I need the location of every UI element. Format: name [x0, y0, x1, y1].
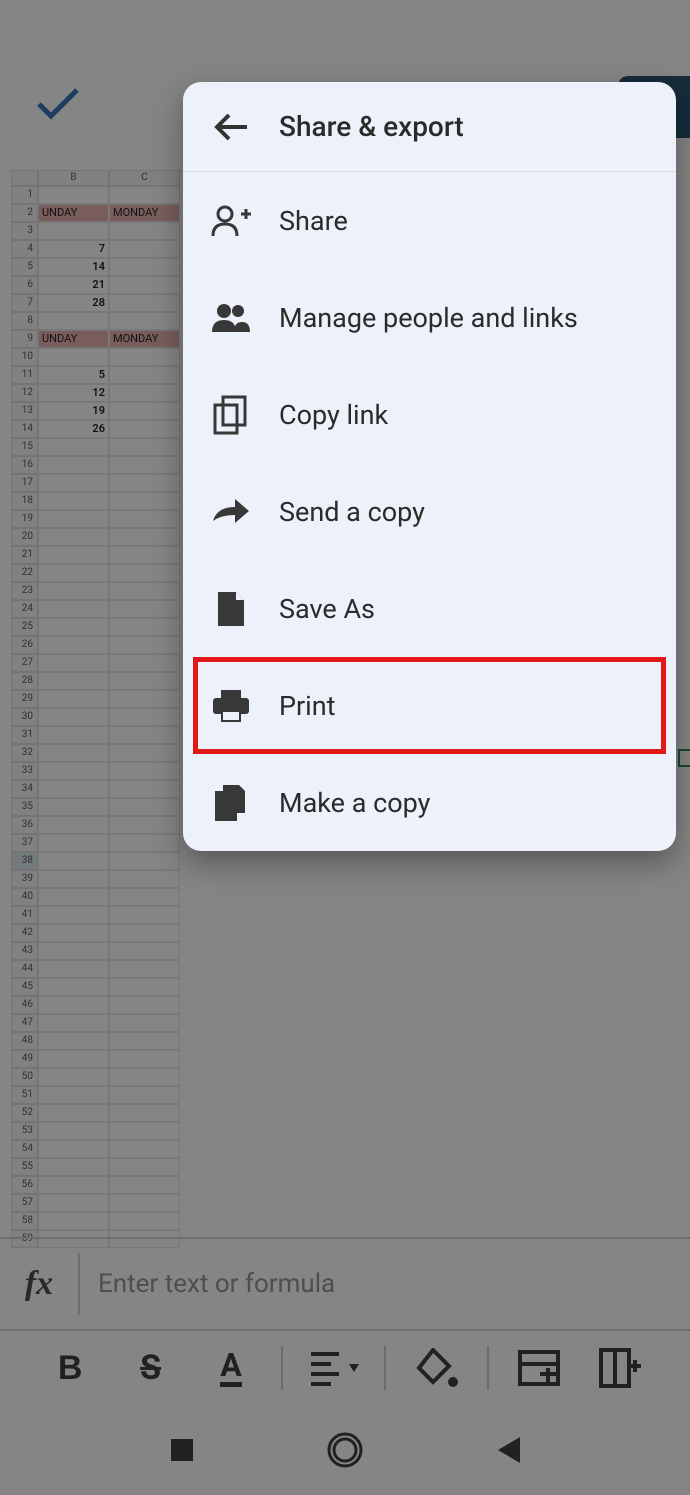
- menu-item-makecopy[interactable]: Make a copy: [183, 754, 676, 851]
- print-icon: [183, 688, 279, 724]
- copy-icon: [183, 395, 279, 435]
- file-copy-icon: [183, 783, 279, 823]
- menu-item-saveas[interactable]: Save As: [183, 560, 676, 657]
- menu-title: Share & export: [279, 110, 464, 143]
- menu-item-sendcopy[interactable]: Send a copy: [183, 463, 676, 560]
- menu-item-label: Print: [279, 690, 336, 722]
- menu-item-label: Save As: [279, 593, 375, 625]
- menu-item-label: Manage people and links: [279, 302, 578, 334]
- arrow-left-icon: [213, 112, 249, 142]
- menu-item-share[interactable]: Share: [183, 172, 676, 269]
- people-icon: [183, 302, 279, 334]
- share-export-menu: Share & export Share Manage people and li…: [183, 82, 676, 851]
- menu-item-label: Make a copy: [279, 787, 430, 819]
- person-add-icon: [183, 204, 279, 238]
- menu-item-label: Copy link: [279, 399, 388, 431]
- send-arrow-icon: [183, 497, 279, 527]
- menu-header: Share & export: [183, 82, 676, 172]
- menu-item-label: Send a copy: [279, 496, 425, 528]
- file-icon: [183, 590, 279, 628]
- menu-back-button[interactable]: [183, 112, 279, 142]
- menu-item-print[interactable]: Print: [183, 657, 676, 754]
- menu-item-copylink[interactable]: Copy link: [183, 366, 676, 463]
- menu-item-manage[interactable]: Manage people and links: [183, 269, 676, 366]
- menu-item-label: Share: [279, 205, 348, 237]
